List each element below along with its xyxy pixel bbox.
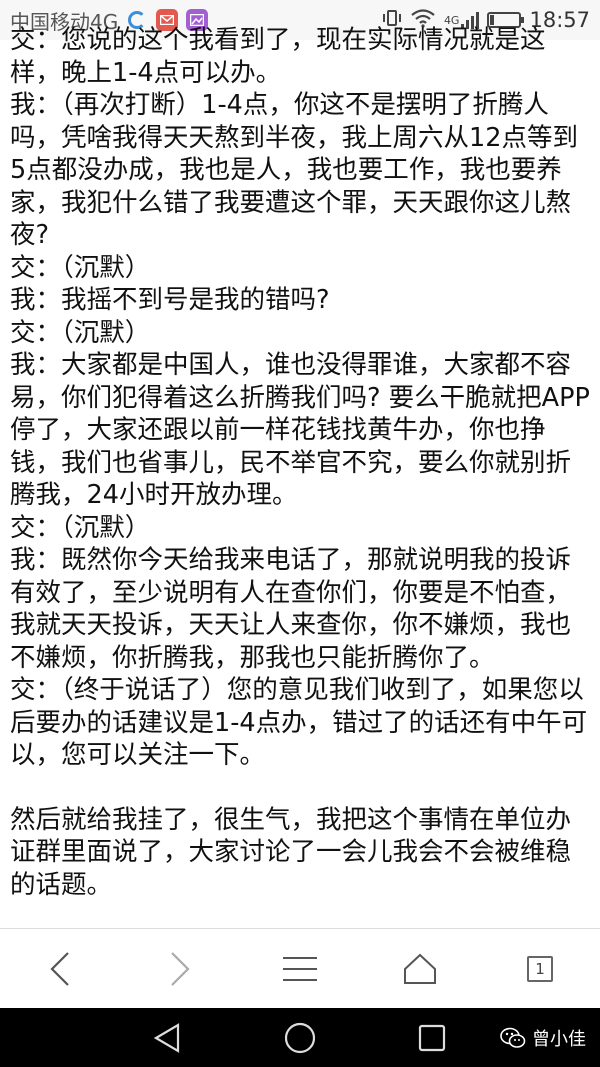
chevron-right-icon <box>171 952 190 986</box>
nav-recents-button[interactable] <box>410 1016 454 1060</box>
paragraph-traffic-silence-3: 交：（沉默） <box>10 512 151 543</box>
wechat-watermark: 曾小佳 <box>500 1025 586 1051</box>
nav-back-button[interactable] <box>145 1016 189 1060</box>
tab-count: 1 <box>527 956 553 982</box>
menu-icon <box>283 957 317 981</box>
circle-home-icon <box>284 1022 316 1054</box>
home-button[interactable] <box>390 939 450 999</box>
paragraph-me-interrupt: 我：（再次打断）1-4点，你这不是摆明了折腾人吗，凭啥我得天天熬到半夜，我上周六… <box>10 90 578 250</box>
square-recents-icon <box>418 1024 446 1052</box>
back-button[interactable] <box>30 939 90 999</box>
paragraph-traffic-reply-1: 交：您说的这个我看到了，现在实际情况就是这样，晚上1-4点可以办。 <box>10 25 546 88</box>
article-body: 交：您说的这个我看到了，现在实际情况就是这样，晚上1-4点可以办。 我：（再次打… <box>10 24 590 924</box>
paragraph-me-question: 我：我摇不到号是我的错吗? <box>10 285 330 315</box>
browser-toolbar: 1 <box>0 928 600 1009</box>
triangle-back-icon <box>154 1023 180 1053</box>
wechat-icon <box>500 1027 526 1048</box>
paragraph-me-threat: 我：既然你今天给我来电话了，那就说明我的投诉有效了，至少说明有人在查你们，你要是… <box>10 545 572 673</box>
paragraph-traffic-silence-1: 交：（沉默） <box>10 252 151 283</box>
tabs-button[interactable]: 1 <box>510 939 570 999</box>
chevron-left-icon <box>50 952 69 986</box>
system-nav-bar: 曾小佳 <box>0 1008 600 1067</box>
home-icon <box>404 953 436 984</box>
paragraph-traffic-final: 交：（终于说话了）您的意见我们收到了，如果您以后要办的话建议是1-4点办，错过了… <box>10 675 588 770</box>
paragraph-conclusion: 然后就给我挂了，很生气，我把这个事情在单位办证群里面说了，大家讨论了一会儿我会不… <box>10 804 572 900</box>
menu-button[interactable] <box>270 939 330 999</box>
nav-home-button[interactable] <box>278 1016 322 1060</box>
paragraph-traffic-silence-2: 交：（沉默） <box>10 317 151 348</box>
paragraph-me-complaint: 我：大家都是中国人，谁也没得罪谁，大家都不容易，你们犯得着这么折腾我们吗? 要么… <box>10 350 590 510</box>
forward-button[interactable] <box>150 939 210 999</box>
watermark-name: 曾小佳 <box>532 1029 586 1050</box>
